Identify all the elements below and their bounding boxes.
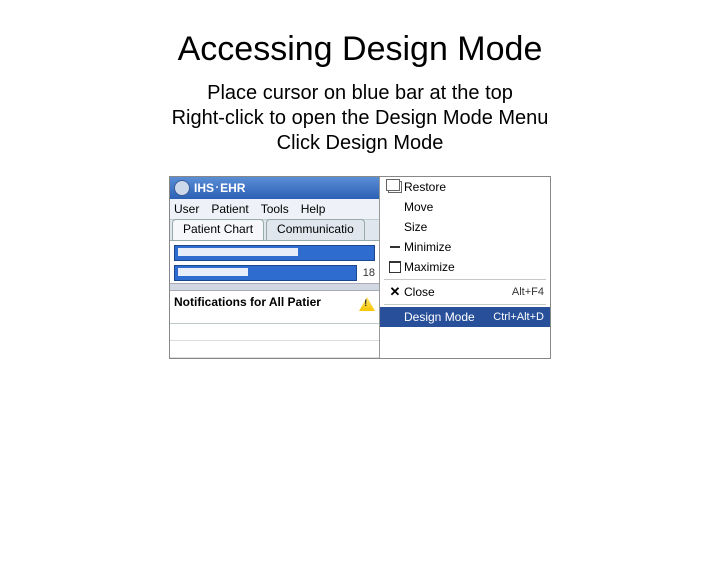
- ctx-restore[interactable]: Restore: [380, 177, 550, 197]
- instruction-line: Click Design Mode: [277, 132, 444, 154]
- app-module: EHR: [220, 181, 245, 195]
- embedded-screenshot: IHS • EHR User Patient Tools Help Patien…: [169, 176, 551, 359]
- notifications-title: Notifications for All Patier: [174, 295, 321, 309]
- tab-communication[interactable]: Communicatio: [266, 219, 365, 240]
- notifications-list: [170, 324, 379, 358]
- ctx-move[interactable]: Move: [380, 197, 550, 217]
- menu-user[interactable]: User: [174, 202, 199, 216]
- maximize-icon: [389, 261, 401, 273]
- ctx-separator: [384, 279, 546, 280]
- instruction-line: Place cursor on blue bar at the top: [207, 82, 513, 104]
- context-menu: Restore Move Size Minimize Maximize ✕ Cl…: [380, 177, 550, 358]
- instruction-line: Right-click to open the Design Mode Menu: [172, 107, 549, 129]
- menubar: User Patient Tools Help: [170, 199, 379, 220]
- patient-dob-bar[interactable]: [174, 265, 357, 281]
- list-item[interactable]: [170, 341, 379, 358]
- age-fragment: 18: [363, 267, 375, 279]
- menu-help[interactable]: Help: [301, 202, 326, 216]
- ctx-size[interactable]: Size: [380, 217, 550, 237]
- ctx-close[interactable]: ✕ Close Alt+F4: [380, 282, 550, 302]
- notifications-header: Notifications for All Patier: [170, 291, 379, 324]
- list-item[interactable]: [170, 324, 379, 341]
- ctx-separator: [384, 304, 546, 305]
- close-icon: ✕: [390, 286, 401, 298]
- menu-patient[interactable]: Patient: [211, 202, 248, 216]
- ctx-design-mode[interactable]: Design Mode Ctrl+Alt+D: [380, 307, 550, 327]
- window-titlebar[interactable]: IHS • EHR: [170, 177, 379, 199]
- title-separator: •: [216, 185, 218, 191]
- menu-tools[interactable]: Tools: [261, 202, 289, 216]
- minimize-icon: [390, 246, 400, 248]
- ctx-maximize[interactable]: Maximize: [380, 257, 550, 277]
- tab-strip: Patient Chart Communicatio: [170, 220, 379, 241]
- patient-demographics-row: 18: [170, 265, 379, 283]
- restore-icon: [388, 181, 402, 193]
- slide-title: Accessing Design Mode: [0, 30, 720, 69]
- ctx-minimize[interactable]: Minimize: [380, 237, 550, 257]
- tab-patient-chart[interactable]: Patient Chart: [172, 219, 264, 240]
- app-name: IHS: [194, 181, 214, 195]
- app-logo-icon: [174, 180, 190, 196]
- slide-instructions: Place cursor on blue bar at the top Righ…: [0, 81, 720, 156]
- patient-name-bar[interactable]: [174, 245, 375, 261]
- splitter-bar[interactable]: [170, 283, 379, 291]
- warning-icon: [359, 297, 375, 311]
- app-window: IHS • EHR User Patient Tools Help Patien…: [170, 177, 380, 358]
